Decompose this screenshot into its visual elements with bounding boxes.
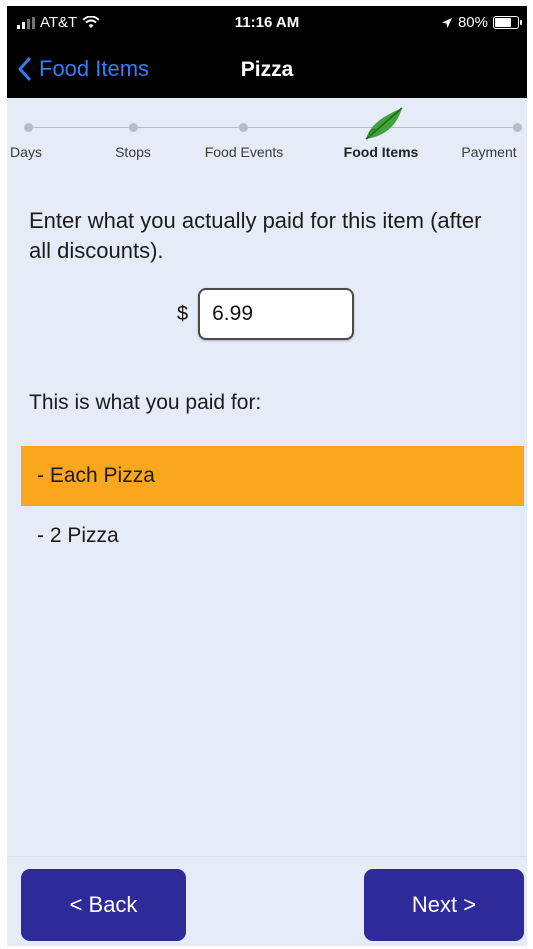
step-food-events: Food Events	[204, 144, 284, 160]
stepper-line	[25, 127, 515, 128]
navigation-bar: Food Items Pizza	[7, 50, 527, 94]
price-prompt: Enter what you actually paid for this it…	[29, 208, 482, 263]
step-dot-payment	[513, 123, 522, 132]
leaf-icon	[365, 107, 403, 140]
price-row: $	[177, 288, 355, 340]
step-dot-stops	[129, 123, 138, 132]
back-button[interactable]: < Back	[21, 869, 186, 941]
paid-for-label: This is what you paid for:	[29, 391, 262, 414]
app-screen: AT&T 11:16 AM 80% Food Items Pizza Days …	[7, 6, 527, 946]
progress-stepper: Days Stops Food Events Food Items Paymen…	[7, 106, 527, 176]
step-stops: Stops	[115, 144, 151, 160]
unit-options-list: - Each Pizza - 2 Pizza	[21, 446, 524, 566]
battery-icon	[493, 16, 522, 29]
step-food-items: Food Items	[343, 144, 419, 160]
option-each-pizza[interactable]: - Each Pizza	[21, 446, 524, 506]
option-2-pizza[interactable]: - 2 Pizza	[21, 506, 524, 566]
footer-bar: < Back Next >	[7, 856, 527, 946]
step-payment: Payment	[461, 144, 517, 160]
step-dot-days	[24, 123, 33, 132]
step-days: Days	[10, 144, 42, 160]
price-input[interactable]	[198, 288, 355, 340]
page-title: Pizza	[240, 58, 294, 81]
step-dot-food-events	[239, 123, 248, 132]
status-bar: AT&T 11:16 AM 80%	[7, 6, 527, 40]
top-bar: AT&T 11:16 AM 80% Food Items Pizza	[7, 6, 527, 98]
battery-percent: 80%	[457, 14, 488, 31]
currency-symbol: $	[177, 302, 189, 325]
next-button[interactable]: Next >	[364, 869, 524, 941]
location-arrow-icon	[441, 17, 452, 28]
